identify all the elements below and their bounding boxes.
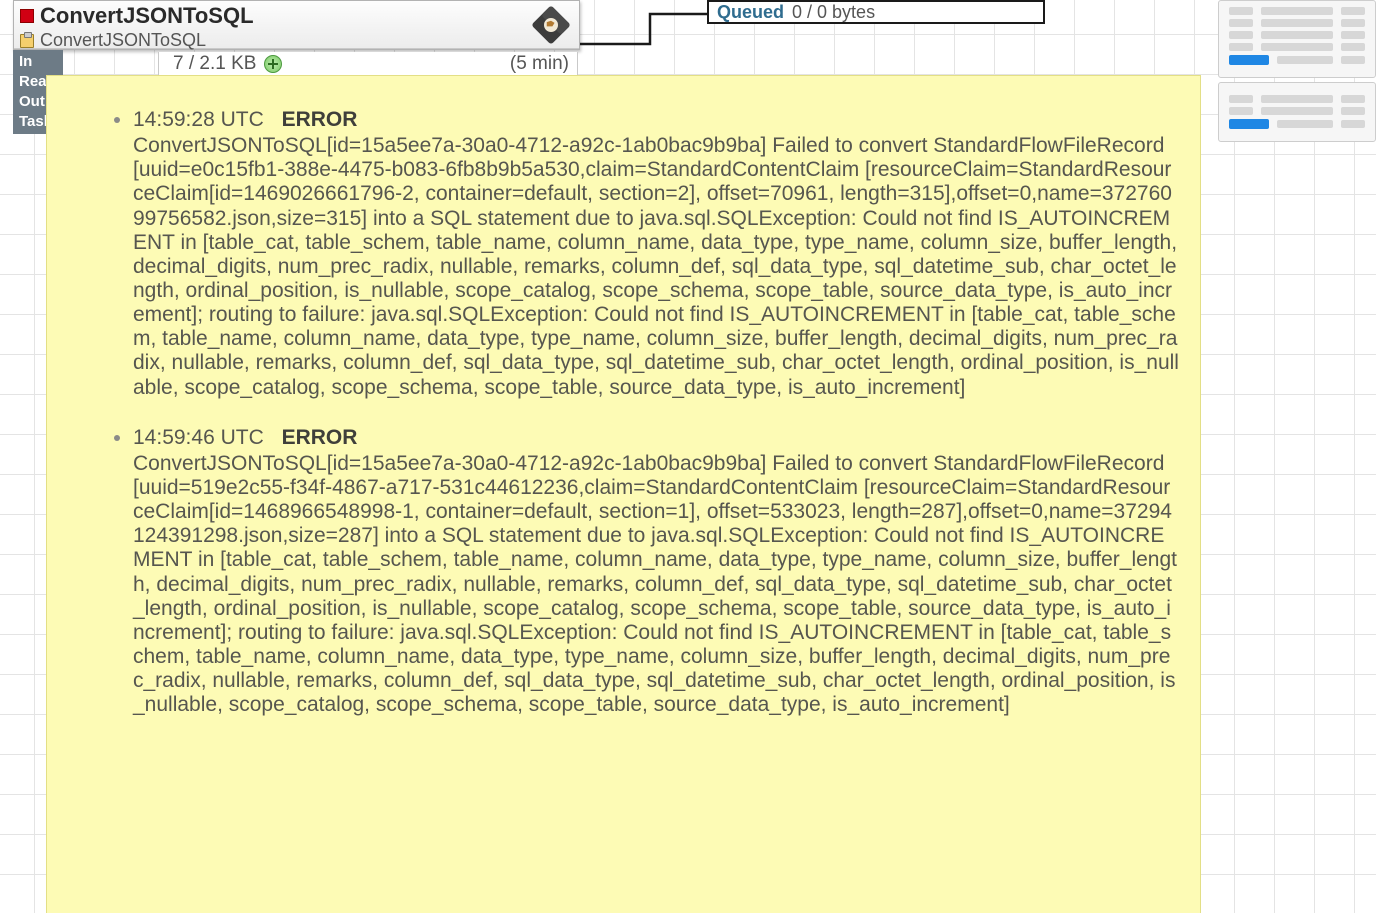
stopped-icon bbox=[20, 9, 34, 23]
processor-stat-row: 7 / 2.1 KB (5 min) bbox=[158, 52, 578, 76]
bulletin-time: 14:59:28 UTC bbox=[133, 108, 264, 131]
minimap-panel-2 bbox=[1218, 82, 1376, 142]
queued-label: Queued bbox=[717, 2, 784, 23]
add-icon[interactable] bbox=[264, 55, 282, 73]
processor-type-icon bbox=[20, 34, 34, 48]
bulletin-entry: 14:59:28 UTC ERROR ConvertJSONToSQL[id=1… bbox=[133, 108, 1180, 400]
processor-badge-icon bbox=[529, 5, 573, 45]
processor-header: ConvertJSONToSQL ConvertJSONToSQL bbox=[14, 1, 579, 49]
connection-queued-box[interactable]: Queued 0 / 0 bytes bbox=[707, 0, 1045, 24]
processor-type: ConvertJSONToSQL bbox=[40, 30, 206, 51]
bulletin-time: 14:59:46 UTC bbox=[133, 426, 264, 449]
minimap-panel-1 bbox=[1218, 0, 1376, 78]
minimap bbox=[1218, 0, 1376, 142]
stat-in-value: 7 / 2.1 KB bbox=[173, 53, 256, 75]
stat-interval: (5 min) bbox=[510, 53, 569, 75]
bulletin-list: 14:59:28 UTC ERROR ConvertJSONToSQL[id=1… bbox=[103, 108, 1180, 717]
processor-title: ConvertJSONToSQL bbox=[40, 3, 254, 29]
bulletin-entry: 14:59:46 UTC ERROR ConvertJSONToSQL[id=1… bbox=[133, 426, 1180, 718]
bulletin-level: ERROR bbox=[282, 108, 358, 131]
queued-value: 0 / 0 bytes bbox=[792, 2, 875, 23]
stat-label-in: In bbox=[19, 52, 57, 72]
connection-line bbox=[580, 12, 707, 46]
bulletin-tooltip: 14:59:28 UTC ERROR ConvertJSONToSQL[id=1… bbox=[46, 75, 1201, 913]
bulletin-level: ERROR bbox=[282, 426, 358, 449]
bulletin-message: ConvertJSONToSQL[id=15a5ee7a-30a0-4712-a… bbox=[133, 452, 1180, 718]
processor-convertjsontosql[interactable]: ConvertJSONToSQL ConvertJSONToSQL bbox=[13, 0, 580, 50]
bulletin-message: ConvertJSONToSQL[id=15a5ee7a-30a0-4712-a… bbox=[133, 134, 1180, 400]
